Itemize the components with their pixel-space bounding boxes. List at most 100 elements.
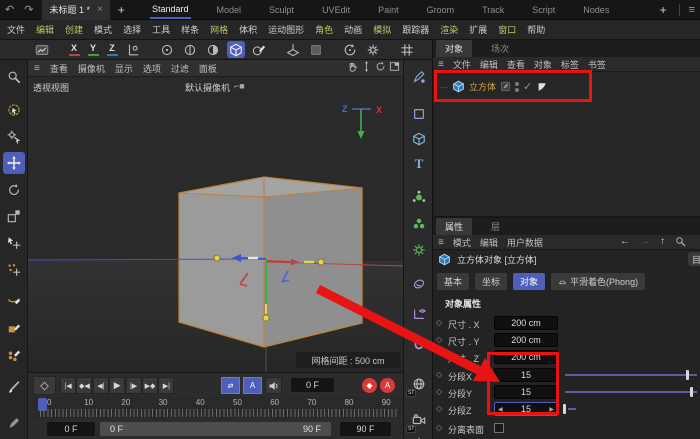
section-tab-object[interactable]: 对象 xyxy=(513,273,546,290)
forward-icon[interactable]: → xyxy=(640,236,650,247)
volume-icon[interactable] xyxy=(408,273,430,295)
attr-value-field[interactable]: 15 xyxy=(494,368,558,382)
om-menu-objects[interactable]: 对象 xyxy=(534,58,552,71)
attr-value-field[interactable]: ◀ 15 ▶ xyxy=(494,402,558,416)
spline-circle-icon[interactable] xyxy=(158,41,176,58)
motion-camera-icon[interactable]: ST xyxy=(406,409,430,433)
prev-frame-button[interactable]: ◀| xyxy=(92,377,109,394)
autokey-record-button[interactable]: A xyxy=(380,378,395,393)
workplane-axis-icon[interactable] xyxy=(408,303,430,325)
material-square-icon[interactable] xyxy=(307,41,325,58)
layout-tab-model[interactable]: Model xyxy=(215,2,244,18)
menu-tracker[interactable]: 跟踪器 xyxy=(402,23,429,36)
object-row-cube[interactable]: — 立方体 ✓ xyxy=(439,80,548,93)
live-selection-icon[interactable] xyxy=(3,99,25,121)
light-icon[interactable] xyxy=(408,433,430,439)
menu-mesh[interactable]: 网格 xyxy=(210,23,228,36)
attr-value-field[interactable]: 200 cm xyxy=(494,350,558,364)
spin-right-icon[interactable]: ▶ xyxy=(549,406,554,413)
range-slider[interactable]: 0 F 90 F xyxy=(100,422,331,436)
cube-create-icon[interactable] xyxy=(408,128,430,150)
menu-window[interactable]: 窗口 xyxy=(498,23,516,36)
viewport-menu-panel[interactable]: 面板 xyxy=(199,62,217,75)
autokey-mode-button[interactable]: A xyxy=(243,377,262,394)
section-tab-basic[interactable]: 基本 xyxy=(437,273,470,290)
pen-sphere-icon[interactable] xyxy=(250,41,268,58)
back-icon[interactable]: ← xyxy=(620,236,630,247)
grid-snap-icon[interactable] xyxy=(398,41,416,58)
tab-layers[interactable]: 层 xyxy=(482,218,509,235)
spline-pen-create-icon[interactable] xyxy=(408,66,430,88)
attribute-menu-icon[interactable]: ≡ xyxy=(438,237,444,248)
menu-mograph[interactable]: 运动图形 xyxy=(268,23,304,36)
menu-mode[interactable]: 模式 xyxy=(94,23,112,36)
cursor-move-icon[interactable] xyxy=(3,232,25,254)
spline-dots-icon[interactable] xyxy=(3,344,25,366)
camera-icon[interactable]: ⌐■ xyxy=(234,81,245,91)
tab-attributes[interactable]: 属性 xyxy=(436,218,473,235)
up-icon[interactable]: ↑ xyxy=(660,236,665,247)
viewport-menu-cameras[interactable]: 摄像机 xyxy=(78,62,105,75)
menu-extensions[interactable]: 扩展 xyxy=(469,23,487,36)
magnet-icon[interactable] xyxy=(408,333,430,355)
redo-icon[interactable]: ↷ xyxy=(19,3,38,16)
menu-help[interactable]: 帮助 xyxy=(527,23,545,36)
attr-value-field[interactable]: 200 cm xyxy=(494,316,558,330)
timeline-ruler[interactable]: 0 10 20 30 40 50 60 70 80 90 xyxy=(28,397,403,419)
menu-animate[interactable]: 动画 xyxy=(344,23,362,36)
viewport-menu-filter[interactable]: 过滤 xyxy=(171,62,189,75)
globe-icon[interactable]: ST xyxy=(406,373,430,397)
attr-slider[interactable] xyxy=(568,408,576,410)
layout-tab-standard[interactable]: Standard xyxy=(150,1,191,19)
zoom-icon[interactable] xyxy=(3,66,25,88)
add-document-button[interactable]: + xyxy=(110,3,133,17)
om-menu-file[interactable]: 文件 xyxy=(453,58,471,71)
visibility-dots-icon[interactable] xyxy=(515,81,520,92)
object-manager-menu-icon[interactable]: ≡ xyxy=(438,59,444,70)
viewport-menu-display[interactable]: 显示 xyxy=(115,62,133,75)
rotate-view-icon[interactable] xyxy=(375,61,386,72)
loop-button[interactable]: ⇄ xyxy=(221,377,240,394)
range-start-field[interactable]: 0 F xyxy=(47,422,95,436)
object-tree[interactable]: — 立方体 ✓ xyxy=(433,72,700,216)
enable-check-icon[interactable]: ✓ xyxy=(523,80,532,93)
document-tab[interactable]: 未标题 1 * × xyxy=(42,0,110,20)
tab-takes[interactable]: 场次 xyxy=(482,40,518,57)
viewport-menu-view[interactable]: 查看 xyxy=(50,62,68,75)
current-frame-field[interactable]: 0 F xyxy=(291,378,334,392)
attr-value-field[interactable]: 15 xyxy=(494,385,558,399)
axis-y-lock[interactable]: Y xyxy=(86,43,100,56)
attr-menu-edit[interactable]: 编辑 xyxy=(480,236,498,249)
spline-square-icon[interactable] xyxy=(3,317,25,339)
maximize-view-icon[interactable] xyxy=(389,61,400,72)
section-tab-coordinates[interactable]: 坐标 xyxy=(475,273,508,290)
slider-handle[interactable] xyxy=(690,387,694,397)
add-layout-button[interactable]: + xyxy=(652,3,675,17)
phong-tag-icon[interactable] xyxy=(536,81,548,93)
attr-menu-userdata[interactable]: 用户数据 xyxy=(507,236,543,249)
menu-tools[interactable]: 工具 xyxy=(152,23,170,36)
om-menu-tags[interactable]: 标签 xyxy=(561,58,579,71)
layout-tab-uvedit[interactable]: UVEdit xyxy=(320,2,352,18)
search-icon[interactable] xyxy=(675,236,686,247)
keyframe-dot-icon[interactable]: ◇ xyxy=(436,335,442,344)
range-end-field[interactable]: 90 F xyxy=(340,422,391,436)
attr-checkbox[interactable] xyxy=(494,423,504,433)
layout-tab-sculpt[interactable]: Sculpt xyxy=(267,2,296,18)
floor-icon[interactable] xyxy=(284,41,302,58)
edit-toggle-icon[interactable] xyxy=(500,81,511,92)
menu-character[interactable]: 角色 xyxy=(315,23,333,36)
brush-icon[interactable] xyxy=(3,376,25,398)
record-button[interactable]: ◆ xyxy=(362,378,377,393)
viewport-menu-options[interactable]: 选项 xyxy=(143,62,161,75)
attr-slider[interactable] xyxy=(565,391,697,393)
attr-menu-mode[interactable]: 模式 xyxy=(453,236,471,249)
hand-icon[interactable] xyxy=(347,61,358,72)
om-menu-view[interactable]: 查看 xyxy=(507,58,525,71)
gear-axis-icon[interactable] xyxy=(364,41,382,58)
menu-volume[interactable]: 体积 xyxy=(239,23,257,36)
view-type-label[interactable]: 透视视图 xyxy=(33,81,69,94)
deformer-gear-icon[interactable] xyxy=(408,239,430,261)
mode-badge[interactable]: 目 xyxy=(688,252,700,266)
move-tool[interactable] xyxy=(3,152,25,174)
